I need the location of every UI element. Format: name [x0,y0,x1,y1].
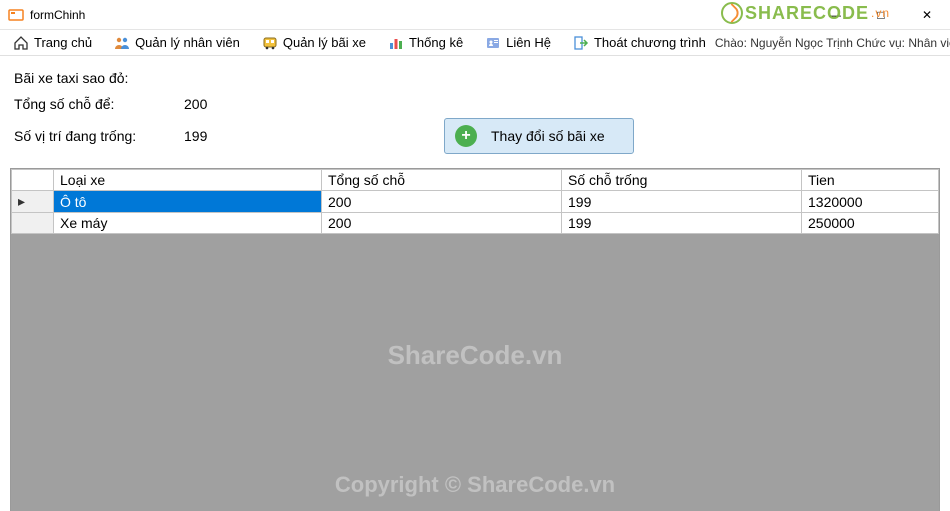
app-icon [8,7,24,23]
header-row: Loại xe Tổng số chỗ Số chỗ trống Tien [12,170,939,191]
row-indicator [12,213,54,234]
people-icon [114,35,130,51]
cell-total[interactable]: 200 [322,191,562,213]
rowhead-corner [12,170,54,191]
chart-icon [388,35,404,51]
menu-home-label: Trang chủ [34,35,92,50]
window-controls: — □ ✕ [812,0,950,29]
menu-contact-label: Liên Hệ [506,35,551,50]
empty-slots-label: Số vị trí đang trống: [14,128,184,144]
col-money[interactable]: Tien [802,170,939,191]
data-grid[interactable]: Loại xe Tổng số chỗ Số chỗ trống Tien ▸ … [10,168,940,511]
menu-stats-label: Thống kê [409,35,463,50]
maximize-button[interactable]: □ [858,0,904,29]
row-indicator-icon: ▸ [12,191,54,213]
menu-staff-label: Quản lý nhân viên [135,35,240,50]
greeting-text: Chào: Nguyễn Ngọc Trịnh Chức vụ: Nhân vi… [715,36,950,50]
exit-icon [573,35,589,51]
cell-type[interactable]: Ô tô [54,191,322,213]
cell-empty[interactable]: 199 [562,191,802,213]
cell-type[interactable]: Xe máy [54,213,322,234]
title-bar: formChinh — □ ✕ [0,0,950,30]
col-type[interactable]: Loại xe [54,170,322,191]
menu-home[interactable]: Trang chủ [4,30,101,55]
table-row[interactable]: ▸ Ô tô 200 199 1320000 [12,191,939,213]
menu-exit[interactable]: Thoát chương trình [564,30,715,55]
table-row[interactable]: Xe máy 200 199 250000 [12,213,939,234]
contact-icon [485,35,501,51]
cell-money[interactable]: 250000 [802,213,939,234]
menu-parking[interactable]: Quản lý bãi xe [253,30,375,55]
total-slots-label: Tổng số chỗ để: [14,96,184,112]
menu-contact[interactable]: Liên Hệ [476,30,560,55]
menu-staff[interactable]: Quản lý nhân viên [105,30,249,55]
main-toolbar: Trang chủ Quản lý nhân viên Quản lý bãi … [0,30,950,56]
bus-icon [262,35,278,51]
close-button[interactable]: ✕ [904,0,950,29]
info-panel: Bãi xe taxi sao đỏ: Tổng số chỗ để: 200 … [0,56,950,168]
col-empty[interactable]: Số chỗ trống [562,170,802,191]
window-title: formChinh [30,8,85,22]
empty-slots-value: 199 [184,128,264,144]
change-slots-button[interactable]: + Thay đổi số bãi xe [444,118,634,154]
parking-name: Bãi xe taxi sao đỏ: [14,70,936,86]
minimize-button[interactable]: — [812,0,858,29]
col-total[interactable]: Tổng số chỗ [322,170,562,191]
cell-money[interactable]: 1320000 [802,191,939,213]
menu-stats[interactable]: Thống kê [379,30,472,55]
cell-empty[interactable]: 199 [562,213,802,234]
menu-parking-label: Quản lý bãi xe [283,35,366,50]
home-icon [13,35,29,51]
total-slots-value: 200 [184,96,264,112]
menu-exit-label: Thoát chương trình [594,35,706,50]
change-slots-label: Thay đổi số bãi xe [491,128,605,144]
cell-total[interactable]: 200 [322,213,562,234]
plus-icon: + [455,125,477,147]
